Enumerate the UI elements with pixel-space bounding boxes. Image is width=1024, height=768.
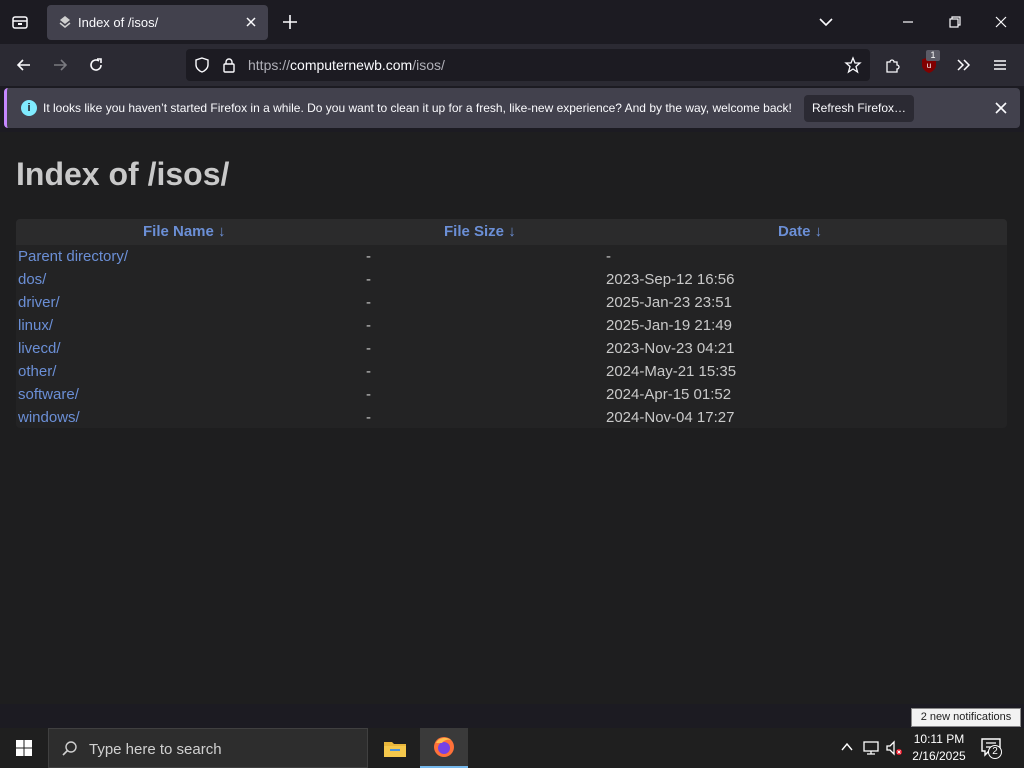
- new-tab-icon[interactable]: [278, 10, 302, 34]
- file-listing-table: File Name ↓ File Size ↓ Date ↓ Parent di…: [16, 219, 1007, 428]
- page-content: Index of /isos/ File Name ↓ File Size ↓ …: [0, 132, 1024, 704]
- tracking-protection-shield-icon[interactable]: [194, 57, 210, 73]
- back-arrow-icon: [16, 59, 30, 71]
- refresh-firefox-button[interactable]: Refresh Firefox…: [804, 95, 914, 122]
- bookmark-star-icon[interactable]: [844, 56, 862, 74]
- firefox-view-button[interactable]: [4, 6, 36, 38]
- file-date: 2025-Jan-23 23:51: [606, 294, 732, 311]
- table-row: Parent directory/ - -: [16, 245, 1007, 268]
- file-date: 2023-Sep-12 16:56: [606, 271, 735, 288]
- extensions-button[interactable]: [880, 52, 906, 78]
- overflow-menu-button[interactable]: [951, 52, 977, 78]
- file-size: -: [366, 340, 371, 357]
- column-header-file-name[interactable]: File Name ↓: [143, 223, 226, 240]
- table-row: software/ - 2024-Apr-15 01:52: [16, 383, 1007, 406]
- puzzle-piece-icon: [886, 59, 900, 73]
- list-all-tabs-chevron-icon[interactable]: [814, 10, 838, 34]
- firefox-view-icon: [12, 16, 28, 29]
- notification-count-badge: 2: [988, 745, 1002, 759]
- folder-icon: [384, 742, 406, 757]
- navigation-toolbar: https://computernewb.com/isos/ u 1: [0, 44, 1024, 86]
- firefox-logo-icon: [434, 737, 454, 757]
- file-link[interactable]: windows/: [18, 409, 80, 426]
- back-button[interactable]: [11, 52, 37, 78]
- window-restore-icon[interactable]: [943, 10, 967, 34]
- column-header-date[interactable]: Date ↓: [778, 223, 822, 240]
- file-size: -: [366, 386, 371, 403]
- file-link[interactable]: Parent directory/: [18, 248, 128, 265]
- file-size: -: [366, 409, 371, 426]
- app-menu-button[interactable]: [987, 52, 1013, 78]
- tab-close-icon[interactable]: [243, 14, 259, 30]
- file-link[interactable]: software/: [18, 386, 79, 403]
- table-row: other/ - 2024-May-21 15:35: [16, 360, 1007, 383]
- table-row: linux/ - 2025-Jan-19 21:49: [16, 314, 1007, 337]
- file-size: -: [366, 317, 371, 334]
- notification-close-icon[interactable]: [991, 98, 1011, 118]
- search-placeholder: Type here to search: [89, 741, 222, 758]
- window-close-icon[interactable]: [989, 10, 1013, 34]
- clock-time: 10:11 PM: [913, 732, 965, 746]
- file-date: 2023-Nov-23 04:21: [606, 340, 735, 357]
- page-favicon-icon: [59, 16, 71, 28]
- file-date: -: [606, 248, 611, 265]
- clock-date: 2/16/2025: [912, 749, 966, 763]
- table-row: livecd/ - 2023-Nov-23 04:21: [16, 337, 1007, 360]
- notification-message: It looks like you haven’t started Firefo…: [43, 101, 792, 115]
- page-title: Index of /isos/: [16, 156, 230, 192]
- file-date: 2024-May-21 15:35: [606, 363, 737, 380]
- info-icon: i: [21, 100, 37, 116]
- file-link[interactable]: linux/: [18, 317, 53, 334]
- network-icon[interactable]: [862, 739, 880, 757]
- lock-icon[interactable]: [221, 57, 237, 73]
- chevron-up-icon[interactable]: [839, 739, 855, 755]
- file-date: 2024-Nov-04 17:27: [606, 409, 735, 426]
- svg-text:u: u: [927, 61, 931, 70]
- taskbar-firefox[interactable]: [420, 728, 468, 768]
- file-size: -: [366, 271, 371, 288]
- column-header-file-size[interactable]: File Size ↓: [444, 223, 516, 240]
- reload-icon: [90, 58, 102, 71]
- url-text: https://computernewb.com/isos/: [248, 57, 445, 73]
- table-row: windows/ - 2024-Nov-04 17:27: [16, 406, 1007, 429]
- tab-active[interactable]: Index of /isos/: [47, 5, 268, 40]
- table-row: dos/ - 2023-Sep-12 16:56: [16, 268, 1007, 291]
- windows-logo-icon: [16, 740, 32, 756]
- file-link[interactable]: driver/: [18, 294, 60, 311]
- forward-button[interactable]: [47, 52, 73, 78]
- refresh-firefox-notification: i It looks like you haven’t started Fire…: [4, 88, 1020, 128]
- file-size: -: [366, 248, 371, 265]
- table-row: driver/ - 2025-Jan-23 23:51: [16, 291, 1007, 314]
- table-header: File Name ↓ File Size ↓ Date ↓: [16, 219, 1007, 245]
- system-clock[interactable]: 10:11 PM 2/16/2025: [906, 731, 972, 765]
- window-minimize-icon[interactable]: [896, 10, 920, 34]
- file-size: -: [366, 294, 371, 311]
- tab-strip: Index of /isos/: [0, 0, 1024, 44]
- file-link[interactable]: livecd/: [18, 340, 61, 357]
- hamburger-menu-icon: [994, 60, 1006, 70]
- taskbar-search-box[interactable]: Type here to search: [48, 728, 368, 768]
- table-body: Parent directory/ - - dos/ - 2023-Sep-12 16:…: [16, 245, 1007, 429]
- file-date: 2024-Apr-15 01:52: [606, 386, 732, 403]
- file-size: -: [366, 363, 371, 380]
- start-button[interactable]: [0, 728, 48, 768]
- file-link[interactable]: other/: [18, 363, 56, 380]
- extension-badge: 1: [926, 50, 940, 61]
- windows-taskbar: Type here to search 10:11 PM 2/16/2025 2: [0, 728, 1024, 768]
- tab-title: Index of /isos/: [78, 15, 159, 30]
- search-icon: [62, 741, 77, 756]
- taskbar-file-explorer[interactable]: [371, 728, 419, 768]
- file-date: 2025-Jan-19 21:49: [606, 317, 732, 334]
- reload-button[interactable]: [83, 52, 109, 78]
- notifications-tooltip: 2 new notifications: [911, 708, 1021, 727]
- forward-arrow-icon: [54, 59, 68, 71]
- address-bar[interactable]: https://computernewb.com/isos/: [186, 49, 870, 81]
- volume-muted-icon[interactable]: [885, 739, 903, 757]
- double-chevron-right-icon: [957, 59, 971, 71]
- file-link[interactable]: dos/: [18, 271, 46, 288]
